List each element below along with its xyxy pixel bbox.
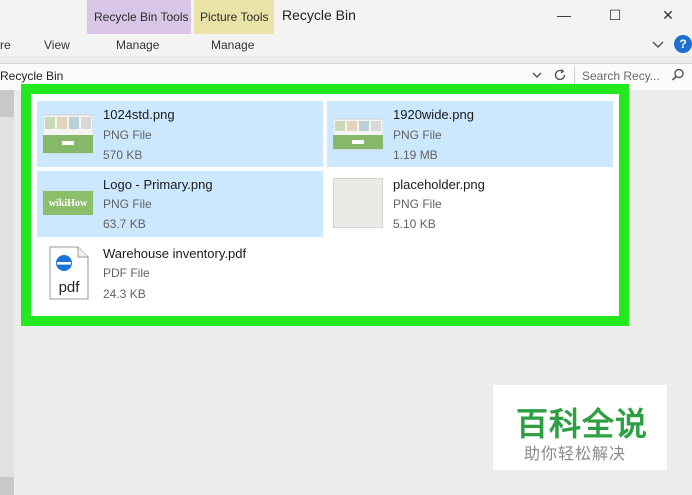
file-type: PNG File [393, 197, 442, 211]
context-tab-recycle-bin-tools-label: Recycle Bin Tools [94, 10, 189, 24]
file-size: 570 KB [103, 148, 143, 162]
window-title: Recycle Bin [282, 7, 356, 23]
file-size: 24.3 KB [103, 287, 146, 301]
maximize-button[interactable]: ☐ [603, 6, 627, 24]
context-tab-picture-tools-label: Picture Tools [200, 10, 269, 24]
file-name: Warehouse inventory.pdf [103, 246, 247, 261]
address-divider [574, 66, 575, 86]
refresh-icon[interactable] [552, 67, 568, 83]
file-name: 1024std.png [103, 107, 175, 122]
file-type: PNG File [393, 128, 442, 142]
file-size: 1.19 MB [393, 148, 438, 162]
file-type: PDF File [103, 266, 150, 280]
file-name: placeholder.png [393, 177, 485, 192]
search-icon[interactable] [670, 67, 686, 83]
pdf-icon: pdf [44, 246, 94, 300]
logo-thumbnail: wikiHow [43, 178, 93, 228]
file-name: Logo - Primary.png [103, 177, 213, 192]
file-type: PNG File [103, 128, 152, 142]
navigation-scroll-thumb[interactable] [0, 117, 14, 477]
ribbon-separator [0, 56, 692, 62]
file-type: PNG File [103, 197, 152, 211]
watermark-title: 百科全说 [516, 406, 649, 442]
close-button[interactable]: ✕ [656, 6, 680, 24]
help-icon[interactable]: ? [674, 35, 692, 53]
image-thumbnail [42, 109, 94, 159]
minimize-button[interactable]: — [552, 6, 576, 24]
chevron-down-icon[interactable] [650, 36, 666, 52]
file-name: 1920wide.png [393, 107, 474, 122]
pdf-label: pdf [59, 279, 81, 296]
ribbon-tab-view[interactable]: View [44, 38, 70, 52]
search-input[interactable]: Search Recy... [582, 69, 660, 83]
blank-image-thumbnail [333, 178, 383, 228]
image-thumbnail [332, 109, 384, 159]
file-size: 5.10 KB [393, 217, 436, 231]
ribbon-tab-share[interactable]: re [0, 38, 11, 52]
address-path[interactable]: Recycle Bin [0, 69, 63, 83]
ribbon-tab-manage-recycle[interactable]: Manage [116, 38, 159, 52]
watermark-subtitle: 助你轻松解决 [524, 446, 627, 463]
ribbon-tab-manage-picture[interactable]: Manage [211, 38, 254, 52]
address-dropdown-icon[interactable] [530, 68, 544, 82]
logo-text: wikiHow [49, 198, 88, 209]
file-size: 63.7 KB [103, 217, 146, 231]
